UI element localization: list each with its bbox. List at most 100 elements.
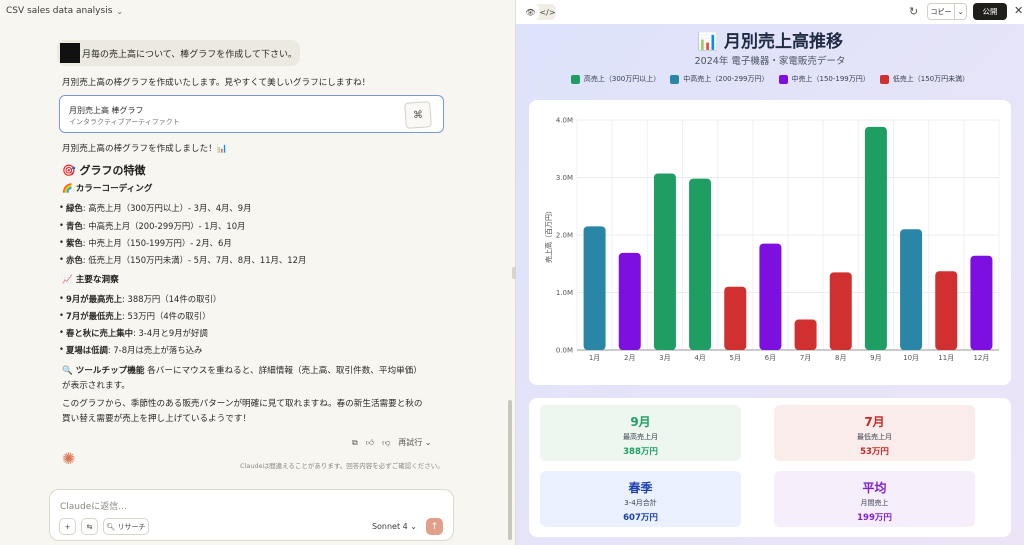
bar-4月 <box>689 178 712 350</box>
x-tick-label: 2月 <box>624 354 635 362</box>
list-item: 紫色: 中売上月（150-199万円）- 2月、6月 <box>59 237 232 249</box>
artifact-card[interactable]: 月別売上高 棒グラフ インタラクティブアーティファクト ⌘ <box>59 95 444 133</box>
legend-item: 中高売上（200-299万円） <box>670 74 769 84</box>
y-tick-label: 3.0M <box>556 174 573 182</box>
list-item: 7月が最低売上: 53万円（4件の取引） <box>59 310 211 322</box>
bar-11月 <box>935 271 958 350</box>
y-tick-label: 0.0M <box>556 347 573 355</box>
tooltip-feature-label: 🔍 ツールチップ機能 <box>62 366 145 376</box>
features-heading: 🎯 グラフの特徴 <box>62 164 146 177</box>
sliders-icon: ⇆ <box>86 522 93 531</box>
artifact-canvas: 📊 月別売上高推移 2024年 電子機器・家電販売データ 高売上（300万円以上… <box>516 24 1024 545</box>
list-item: 緑色: 高売上月（300万円以上）- 3月、4月、9月 <box>59 202 252 214</box>
bar-12月 <box>970 255 993 350</box>
list-item-text: : 388万円（14件の取引） <box>122 294 222 304</box>
stat-value-big: 平均 <box>862 481 887 495</box>
stat-value-big: 春季 <box>628 481 653 495</box>
bar-10月 <box>900 229 923 350</box>
chart-legend: 高売上（300万円以上） 中高売上（200-299万円） 中売上（150-199万円… <box>516 74 1024 84</box>
y-axis-label: 売上高（百万円） <box>544 207 553 263</box>
stat-card: 春季 3-4月合計 607万円 <box>540 471 741 527</box>
chart-title: 📊 月別売上高推移 <box>696 32 844 52</box>
bar-7月 <box>794 319 817 350</box>
tooltip-feature-desc: 各バーにマウスを重ねると、詳細情報（売上高、取引件数、平均単価） <box>147 366 422 376</box>
retry-button[interactable]: 再試行 ⌄ <box>398 437 431 448</box>
list-item: 青色: 中高売上月（200-299万円）- 1月、10月 <box>59 220 246 232</box>
arrow-up-icon: ↑ <box>430 521 439 532</box>
x-tick-label: 3月 <box>659 354 670 362</box>
copy-button[interactable]: コピー ⌄ <box>927 3 967 20</box>
artifact-title: 月別売上高 棒グラフ <box>69 106 144 115</box>
list-item: 春と秋に売上集中: 3-4月と9月が好調 <box>59 327 208 339</box>
done-text: 月別売上高の棒グラフを作成しました！📊 <box>62 144 228 154</box>
insight-heading: 📈 主要な洞察 <box>62 275 119 285</box>
bar-2月 <box>618 252 641 350</box>
tools-button[interactable]: ⇆ <box>81 518 98 535</box>
legend-swatch <box>879 74 889 84</box>
list-item: 赤色: 低売上月（150万円未満）- 5月、7月、8月、11月、12月 <box>59 254 306 266</box>
bar-8月 <box>829 272 852 350</box>
y-tick-label: 1.0M <box>556 289 573 297</box>
stat-caption: 月間売上 <box>860 499 889 507</box>
model-selector[interactable]: Sonnet 4 ⌄ <box>372 522 417 531</box>
copy-icon[interactable]: ⧉ <box>352 438 358 448</box>
view-toggle: 👁︎ </> <box>522 4 556 20</box>
scrollbar[interactable] <box>508 400 512 540</box>
thumbs-down-icon[interactable]: 👎︎ <box>382 438 390 448</box>
legend-item: 高売上（300万円以上） <box>570 74 661 84</box>
tooltip-feature-text: 🔍 ツールチップ機能 各バーにマウスを重ねると、詳細情報（売上高、取引件数、平均… <box>62 364 422 376</box>
preview-eye-icon[interactable]: 👁︎ <box>522 4 539 20</box>
legend-item: 低売上（150万円未満） <box>879 74 970 84</box>
list-item-text: : 高売上月（300万円以上）- 3月、4月、9月 <box>82 203 252 213</box>
x-tick-label: 9月 <box>870 354 881 362</box>
send-button[interactable]: ↑ <box>426 518 443 535</box>
publish-button[interactable]: 公開 <box>973 3 1007 20</box>
list-item-text: : 中高売上月（200-299万円）- 1月、10月 <box>82 221 246 231</box>
list-item-label: 7月が最低売上 <box>66 311 123 321</box>
chevron-down-icon[interactable]: ⌄ <box>954 4 966 19</box>
legend-label: 低売上（150万円未満） <box>892 75 970 83</box>
conversation-title[interactable]: CSV sales data analysis ⌄ <box>6 4 123 18</box>
user-message: 月毎の売上高について、棒グラフを作成して下さい。 <box>57 40 300 66</box>
add-button[interactable]: + <box>59 518 76 535</box>
reply-input-box[interactable]: Claudeに返信... + ⇆ 🔍︎ リサーチ Sonnet 4 ⌄ ↑ <box>49 489 454 541</box>
tooltip-feature-text-2: が表示されます。 <box>62 381 130 391</box>
chart-subtitle: 2024年 電子機器・家電販売データ <box>694 56 846 67</box>
list-item-text: : 3-4月と9月が好調 <box>133 328 208 338</box>
research-button[interactable]: 🔍︎ リサーチ <box>103 518 149 535</box>
legend-label: 中売上（150-199万円） <box>791 75 870 83</box>
bar-1月 <box>583 226 606 350</box>
disclaimer: Claudeは間違えることがあります。回答内容を必ずご確認ください。 <box>240 462 444 470</box>
stat-card: 9月 最高売上月 388万円 <box>540 405 741 461</box>
list-item: 夏場は低調: 7-8月は売上が落ち込み <box>59 344 202 356</box>
thumbs-up-icon[interactable]: 👍︎ <box>366 438 374 448</box>
research-label: リサーチ <box>117 522 146 531</box>
closing-text-2: 買い替え需要が売上を押し上げているようです！ <box>62 414 252 424</box>
close-icon[interactable]: ✕ <box>1014 4 1023 17</box>
legend-item: 中売上（150-199万円） <box>778 74 870 84</box>
bar-5月 <box>724 286 747 350</box>
legend-swatch <box>570 74 580 84</box>
stat-amount: 199万円 <box>857 513 892 523</box>
y-tick-label: 2.0M <box>556 232 573 240</box>
conversation-title-text: CSV sales data analysis <box>6 6 113 16</box>
legend-label: 高売上（300万円以上） <box>583 75 661 83</box>
stat-amount: 53万円 <box>860 447 889 457</box>
stat-card: 7月 最低売上月 53万円 <box>774 405 975 461</box>
artifact-toolbar: 👁︎ </> ↻ コピー ⌄ 公開 ✕ <box>516 0 1024 24</box>
bar-3月 <box>653 173 676 350</box>
list-item-label: 緑色 <box>66 203 83 213</box>
stat-amount: 388万円 <box>623 447 658 457</box>
refresh-icon[interactable]: ↻ <box>909 5 918 18</box>
code-view-icon[interactable]: </> <box>539 4 556 20</box>
x-tick-label: 6月 <box>765 354 776 362</box>
reply-intro: 月別売上高の棒グラフを作成いたします。見やすくて美しいグラフにしますね！ <box>62 78 371 88</box>
list-item-label: 青色 <box>66 221 83 231</box>
stat-caption: 最高売上月 <box>623 433 658 441</box>
reply-input[interactable]: Claudeに返信... <box>60 499 127 512</box>
stat-amount: 607万円 <box>623 513 658 523</box>
list-item-label: 赤色 <box>66 255 83 265</box>
chevron-down-icon: ⌄ <box>410 522 417 531</box>
list-item-text: : 中売上月（150-199万円）- 2月、6月 <box>82 238 232 248</box>
x-tick-label: 4月 <box>694 354 705 362</box>
